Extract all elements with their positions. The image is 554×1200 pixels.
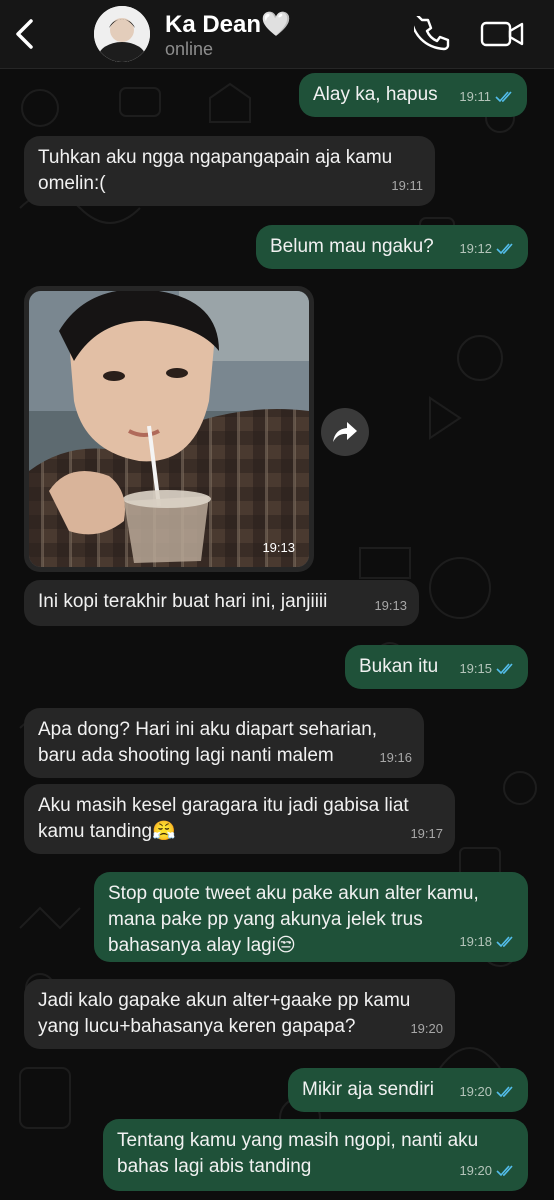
message-meta: 19:20 [459,1158,516,1184]
message-meta: 19:20 [459,1079,516,1105]
message-bubble-outgoing[interactable]: Mikir aja sendiri 19:20 [288,1068,528,1112]
phone-icon[interactable] [414,16,450,52]
message-text: Aku masih kesel garagara itu jadi gabisa… [38,795,409,842]
message-bubble-outgoing[interactable]: Stop quote tweet aku pake akun alter kam… [94,872,528,962]
video-camera-icon[interactable] [480,18,526,50]
message-time: 19:11 [459,89,491,104]
message-time: 19:13 [262,540,295,555]
message-time: 19:11 [391,178,423,193]
contact-name[interactable]: Ka Dean🤍 [165,10,291,39]
double-check-read-icon [496,243,513,255]
message-meta: 19:18 [459,929,516,955]
message-bubble-incoming[interactable]: Jadi kalo gapake akun alter+gaake pp kam… [24,979,455,1049]
message-time: 19:20 [410,1021,443,1036]
message-time: 19:12 [459,241,492,256]
double-check-read-icon [496,936,513,948]
white-heart-emoji: 🤍 [261,11,291,38]
contact-status: online [165,39,214,59]
forward-arrow-icon [333,422,357,442]
photo-meta: 19:13 [262,540,295,555]
message-meta: 19:16 [379,745,412,771]
chat-header: Ka Dean🤍 online [0,0,554,69]
contact-avatar[interactable] [94,6,150,62]
message-meta: 19:11 [459,84,515,110]
double-check-read-icon [496,663,513,675]
double-check-read-icon [496,1165,513,1177]
message-text: Stop quote tweet aku pake akun alter kam… [108,883,479,956]
message-time: 19:13 [374,598,407,613]
double-check-read-icon [495,91,512,103]
message-text: Jadi kalo gapake akun alter+gaake pp kam… [38,990,411,1037]
message-meta: 19:13 [374,593,407,619]
message-bubble-incoming[interactable]: Aku masih kesel garagara itu jadi gabisa… [24,784,455,854]
message-time: 19:18 [459,934,492,949]
message-text: Ini kopi terakhir buat hari ini, janjiii… [38,591,328,612]
message-meta: 19:17 [410,821,443,847]
back-chevron-icon[interactable] [10,17,40,51]
message-bubble-outgoing[interactable]: Alay ka, hapus 19:11 [299,73,527,117]
message-time: 19:17 [410,826,443,841]
message-text: Tuhkan aku ngga ngapangapain aja kamu om… [38,147,393,194]
message-time: 19:20 [459,1084,492,1099]
message-bubble-outgoing[interactable]: Belum mau ngaku? 19:12 [256,225,528,269]
photo-illustration [29,291,309,567]
double-check-read-icon [496,1086,513,1098]
chat-screen: Ka Dean🤍 online Alay ka, hapus 19:11 Tuh… [0,0,554,1200]
message-bubble-outgoing[interactable]: Tentang kamu yang masih ngopi, nanti aku… [103,1119,528,1191]
message-meta: 19:12 [459,236,516,262]
selfie-photo[interactable]: 19:13 [29,291,309,567]
message-meta: 19:11 [391,173,423,199]
message-bubble-incoming[interactable]: Ini kopi terakhir buat hari ini, janjiii… [24,580,419,626]
forward-button[interactable] [321,408,369,456]
message-text: Tentang kamu yang masih ngopi, nanti aku… [117,1130,479,1177]
message-time: 19:20 [459,1163,492,1178]
message-time: 19:15 [459,661,492,676]
message-time: 19:16 [379,750,412,765]
photo-message[interactable]: 19:13 [24,286,314,572]
message-bubble-outgoing[interactable]: Bukan itu 19:15 [345,645,528,689]
message-text: Apa dong? Hari ini aku diapart seharian,… [38,719,378,766]
message-bubble-incoming[interactable]: Tuhkan aku ngga ngapangapain aja kamu om… [24,136,435,206]
message-meta: 19:20 [410,1016,443,1042]
message-bubble-incoming[interactable]: Apa dong? Hari ini aku diapart seharian,… [24,708,424,778]
message-meta: 19:15 [459,656,516,682]
